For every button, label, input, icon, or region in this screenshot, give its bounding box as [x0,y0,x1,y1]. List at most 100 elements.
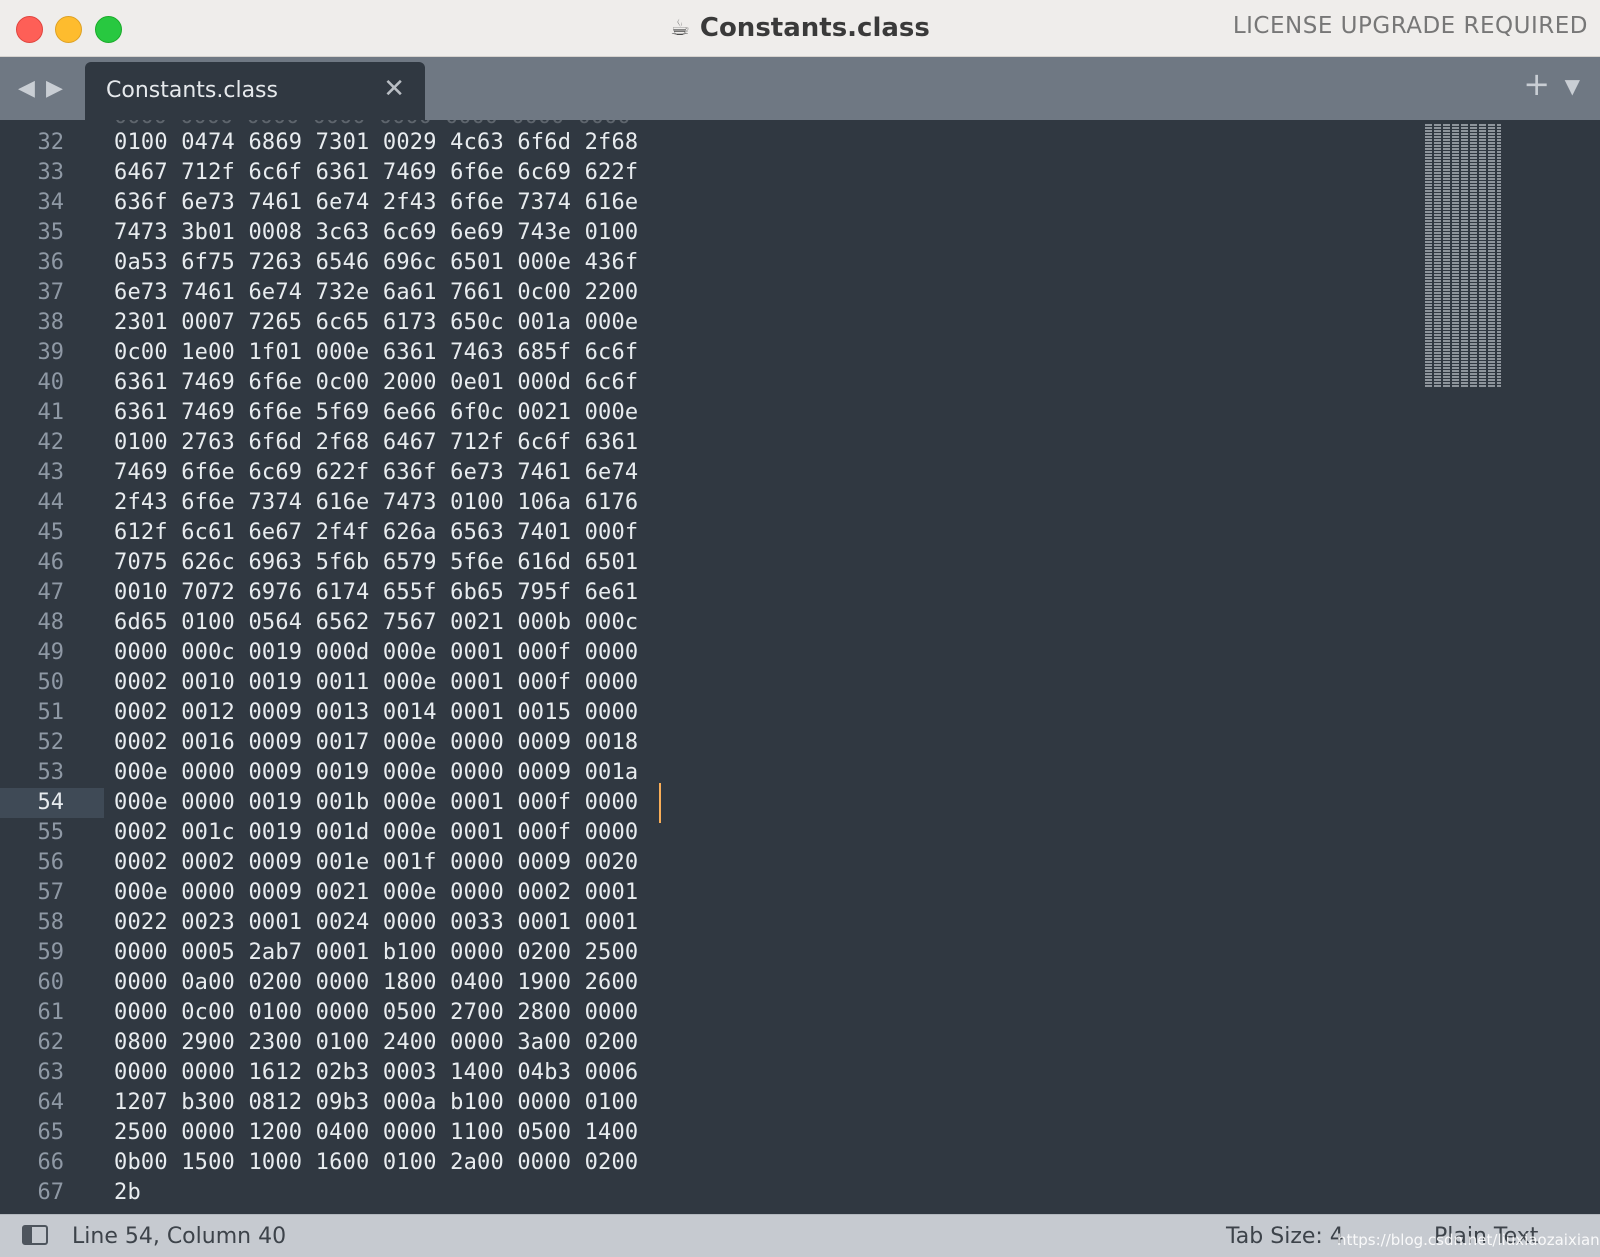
line-number: 45 [37,520,65,545]
line-number: 67 [37,1180,65,1205]
back-arrow-icon[interactable]: ◀ [18,78,35,100]
tab-list-dropdown-icon[interactable]: ▼ [1565,75,1580,97]
code-line[interactable]: 40 6361 7469 6f6e 0c00 2000 0e01 000d 6c6… [0,368,1600,398]
code-line[interactable]: 44 2f43 6f6e 7374 616e 7473 0100 106a 617… [0,488,1600,518]
line-number: 51 [37,700,65,725]
code-line[interactable]: 43 7469 6f6e 6c69 622f 636f 6e73 7461 6e7… [0,458,1600,488]
minimize-window-button[interactable] [55,16,82,43]
code-line[interactable]: 38 2301 0007 7265 6c65 6173 650c 001a 000… [0,308,1600,338]
code-line[interactable]: 58 0022 0023 0001 0024 0000 0033 0001 000… [0,908,1600,938]
minimap-row [1425,346,1501,348]
code-line[interactable]: 52 0002 0016 0009 0017 000e 0000 0009 001… [0,728,1600,758]
minimap-row [1425,244,1501,246]
code-line[interactable]: 47 0010 7072 6976 6174 655f 6b65 795f 6e6… [0,578,1600,608]
code-line[interactable]: 48 6d65 0100 0564 6562 7567 0021 000b 000… [0,608,1600,638]
minimap-row [1425,208,1501,210]
minimap-row [1425,373,1501,375]
code-line[interactable]: 49 0000 000c 0019 000d 000e 0001 000f 000… [0,638,1600,668]
minimap-row [1425,289,1501,291]
minimap-row [1425,283,1501,285]
line-number: 38 [37,310,65,335]
line-text: 000e 0000 0009 0019 000e 0000 0009 001a [114,760,639,785]
line-text: 6467 712f 6c6f 6361 7469 6f6e 6c69 622f [114,160,639,185]
code-line[interactable]: 61 0000 0c00 0100 0000 0500 2700 2800 000… [0,998,1600,1028]
forward-arrow-icon[interactable]: ▶ [46,78,63,100]
code-line[interactable]: 33 6467 712f 6c6f 6361 7469 6f6e 6c69 622… [0,158,1600,188]
minimap-row [1425,181,1501,183]
code-line[interactable]: 36 0a53 6f75 7263 6546 696c 6501 000e 436… [0,248,1600,278]
line-number: 43 [37,460,65,485]
code-line[interactable]: 55 0002 001c 0019 001d 000e 0001 000f 000… [0,818,1600,848]
minimap-row [1425,340,1501,342]
code-line[interactable]: 63 0000 0000 1612 02b3 0003 1400 04b3 000… [0,1058,1600,1088]
code-line[interactable]: 46 7075 626c 6963 5f6b 6579 5f6e 616d 650… [0,548,1600,578]
minimap-row [1425,322,1501,324]
minimap-row [1425,130,1501,132]
license-upgrade-notice[interactable]: LICENSE UPGRADE REQUIRED [1233,13,1588,39]
minimap-row [1425,241,1501,243]
code-line[interactable]: 39 0c00 1e00 1f01 000e 6361 7463 685f 6c6… [0,338,1600,368]
line-number: 65 [37,1120,65,1145]
minimap-row [1425,295,1501,297]
line-text: 0c00 1e00 1f01 000e 6361 7463 685f 6c6f [114,340,639,365]
line-text: 2500 0000 1200 0400 0000 1100 0500 1400 [114,1120,639,1145]
line-text: 0000 0000 1612 02b3 0003 1400 04b3 0006 [114,1060,639,1085]
line-text: 7469 6f6e 6c69 622f 636f 6e73 7461 6e74 [114,460,639,485]
close-tab-icon[interactable]: ✕ [383,75,405,103]
minimap-row [1425,334,1501,336]
line-text: 2b [114,1180,141,1205]
code-line[interactable]: 65 2500 0000 1200 0400 0000 1100 0500 140… [0,1118,1600,1148]
close-window-button[interactable] [16,16,43,43]
line-text: 6d65 0100 0564 6562 7567 0021 000b 000c [114,610,639,635]
minimap-row [1425,328,1501,330]
line-number: 64 [37,1090,65,1115]
code-line[interactable]: 54 000e 0000 0019 001b 000e 0001 000f 000… [0,783,1600,823]
sidebar-toggle-icon[interactable] [22,1225,48,1245]
line-text: 0002 0016 0009 0017 000e 0000 0009 0018 [114,730,639,755]
code-line[interactable]: 56 0002 0002 0009 001e 001f 0000 0009 002… [0,848,1600,878]
code-line[interactable]: 34 636f 6e73 7461 6e74 2f43 6f6e 7374 616… [0,188,1600,218]
code-line[interactable]: 35 7473 3b01 0008 3c63 6c69 6e69 743e 010… [0,218,1600,248]
zoom-window-button[interactable] [95,16,122,43]
code-line[interactable]: 42 0100 2763 6f6d 2f68 6467 712f 6c6f 636… [0,428,1600,458]
new-tab-icon[interactable]: + [1523,67,1550,101]
watermark-text: https://blog.csdn.net/liuxiaozaixian [1337,1231,1600,1249]
code-line[interactable]: 45 612f 6c61 6e67 2f4f 626a 6563 7401 000… [0,518,1600,548]
code-line[interactable]: 62 0800 2900 2300 0100 2400 0000 3a00 020… [0,1028,1600,1058]
code-line[interactable]: 60 0000 0a00 0200 0000 1800 0400 1900 260… [0,968,1600,998]
minimap-row [1425,220,1501,222]
minimap-row [1425,367,1501,369]
code-line[interactable]: 57 000e 0000 0009 0021 000e 0000 0002 000… [0,878,1600,908]
code-line[interactable]: 53 000e 0000 0009 0019 000e 0000 0009 001… [0,758,1600,788]
code-line[interactable]: 51 0002 0012 0009 0013 0014 0001 0015 000… [0,698,1600,728]
minimap-row [1425,343,1501,345]
code-line[interactable]: 50 0002 0010 0019 0011 000e 0001 000f 000… [0,668,1600,698]
code-line[interactable]: 66 0b00 1500 1000 1600 0100 2a00 0000 020… [0,1148,1600,1178]
minimap-row [1425,265,1501,267]
minimap-row [1425,319,1501,321]
code-line[interactable]: 32 0100 0474 6869 7301 0029 4c63 6f6d 2f6… [0,128,1600,158]
minimap-row [1425,361,1501,363]
minimap-row [1425,238,1501,240]
tab-size-selector[interactable]: Tab Size: 4 [1226,1224,1344,1249]
tab-constants-class[interactable]: Constants.class ✕ [85,62,425,120]
code-line[interactable]: 41 6361 7469 6f6e 5f69 6e66 6f0c 0021 000… [0,398,1600,428]
line-number: 58 [37,910,65,935]
minimap[interactable] [1425,124,1501,390]
line-number: 53 [37,760,65,785]
line-text: 0002 001c 0019 001d 000e 0001 000f 0000 [114,820,639,845]
line-number: 48 [37,610,65,635]
minimap-row [1425,310,1501,312]
minimap-row [1425,223,1501,225]
minimap-row [1425,379,1501,381]
minimap-row [1425,358,1501,360]
minimap-row [1425,169,1501,171]
code-editor[interactable]: 0000 0000 0000 0000 0000 0000 0000 0000 … [0,120,1600,1214]
code-line[interactable]: 37 6e73 7461 6e74 732e 6a61 7661 0c00 220… [0,278,1600,308]
code-line[interactable]: 59 0000 0005 2ab7 0001 b100 0000 0200 250… [0,938,1600,968]
minimap-row [1425,259,1501,261]
minimap-row [1425,292,1501,294]
code-line[interactable]: 64 1207 b300 0812 09b3 000a b100 0000 010… [0,1088,1600,1118]
code-line[interactable]: 67 2b [0,1178,1600,1208]
text-cursor [659,783,661,823]
